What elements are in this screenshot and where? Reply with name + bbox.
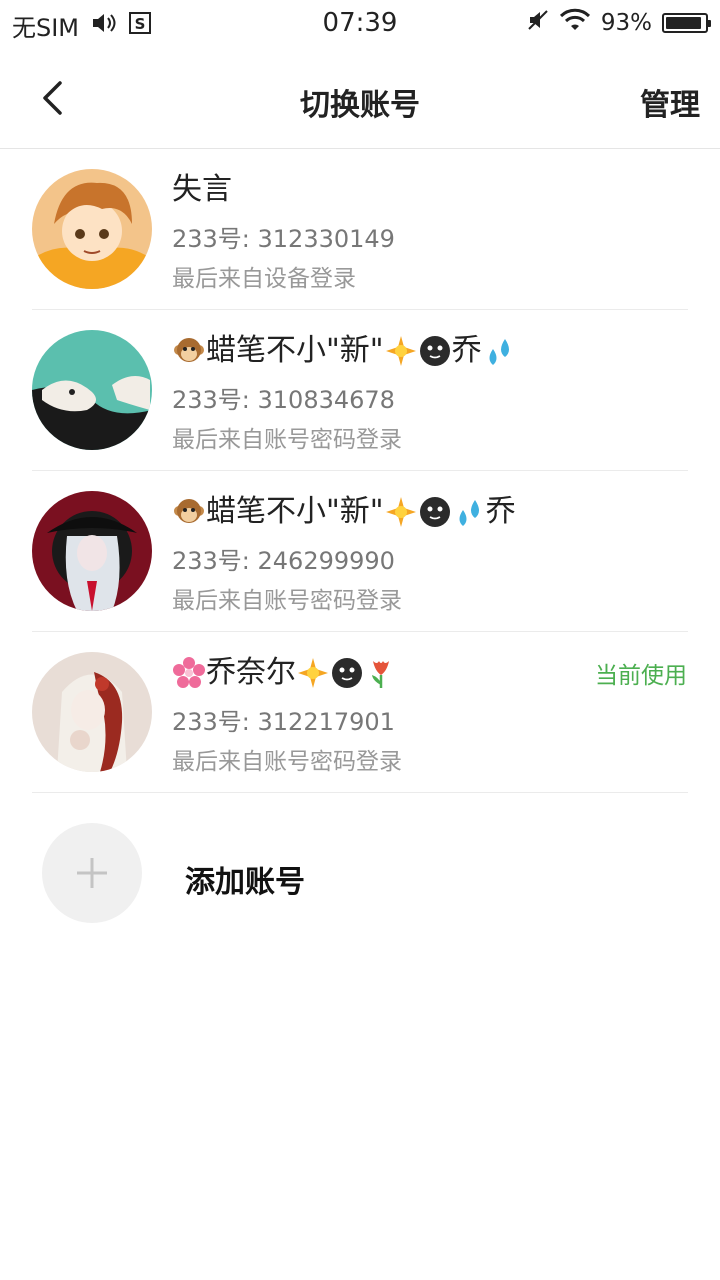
add-account-label: 添加账号 xyxy=(185,865,305,900)
battery-percent: 93% xyxy=(600,10,652,36)
account-name: 乔奈尔 xyxy=(172,652,398,694)
add-account-circle xyxy=(42,823,142,923)
login-method: 最后来自账号密码登录 xyxy=(172,427,402,453)
status-right: 93% xyxy=(527,8,711,38)
monkey-emoji-icon xyxy=(173,335,205,367)
add-account-button[interactable]: 添加账号 xyxy=(0,813,720,933)
nav-bar: 切换账号 管理 xyxy=(0,50,720,149)
account-row[interactable]: 乔奈尔 233号: 312217901 最后来自账号密码登录 当前使用 xyxy=(0,632,720,793)
manage-button[interactable]: 管理 xyxy=(640,80,700,124)
account-row[interactable]: 蜡笔不小"新" 乔 233号: 310834678 最后来自账号密码登录 xyxy=(0,310,720,471)
sweat-droplets-emoji-icon xyxy=(453,496,485,528)
account-name-text: 乔奈尔 xyxy=(206,655,296,690)
current-account-badge: 当前使用 xyxy=(595,663,687,689)
account-id: 233号: 246299990 xyxy=(172,547,395,575)
mute-icon xyxy=(527,9,549,37)
plus-icon xyxy=(77,858,107,888)
account-name: 蜡笔不小"新" 乔 xyxy=(172,330,516,372)
account-id: 233号: 312217901 xyxy=(172,708,395,736)
divider xyxy=(32,792,688,793)
account-name: 失言 xyxy=(172,172,232,207)
battery-icon xyxy=(662,13,711,33)
sparkle-star-emoji-icon xyxy=(385,335,417,367)
account-name: 蜡笔不小"新" 乔 xyxy=(172,491,516,533)
account-list: 失言 233号: 312330149 最后来自设备登录 蜡笔不小"新" 乔 23… xyxy=(0,149,720,793)
page-title: 切换账号 xyxy=(300,88,420,123)
new-moon-face-emoji-icon xyxy=(419,335,451,367)
tulip-emoji-icon xyxy=(365,657,397,689)
monkey-emoji-icon xyxy=(173,496,205,528)
battery-fill xyxy=(666,17,701,29)
cherry-blossom-emoji-icon xyxy=(173,657,205,689)
account-id: 233号: 310834678 xyxy=(172,386,395,414)
sparkle-star-emoji-icon xyxy=(385,496,417,528)
account-row[interactable]: 蜡笔不小"新" 乔 233号: 246299990 最后来自账号密码登录 xyxy=(0,471,720,632)
account-name-text: 乔 xyxy=(451,333,482,368)
login-method: 最后来自设备登录 xyxy=(172,266,356,292)
status-bar: 无SIM S 07:39 93% xyxy=(0,0,720,50)
new-moon-face-emoji-icon xyxy=(419,496,451,528)
sparkle-star-emoji-icon xyxy=(297,657,329,689)
wifi-icon xyxy=(559,8,591,38)
sweat-droplets-emoji-icon xyxy=(483,335,515,367)
avatar xyxy=(32,652,152,772)
avatar xyxy=(32,169,152,289)
account-name-text: 蜡笔不小"新" xyxy=(206,333,384,368)
avatar xyxy=(32,330,152,450)
avatar xyxy=(32,491,152,611)
login-method: 最后来自账号密码登录 xyxy=(172,749,402,775)
account-id: 233号: 312330149 xyxy=(172,225,395,253)
login-method: 最后来自账号密码登录 xyxy=(172,588,402,614)
account-name-text: 蜡笔不小"新" xyxy=(206,494,384,529)
new-moon-face-emoji-icon xyxy=(331,657,363,689)
account-row[interactable]: 失言 233号: 312330149 最后来自设备登录 xyxy=(0,149,720,310)
account-name-text: 乔 xyxy=(485,494,516,529)
